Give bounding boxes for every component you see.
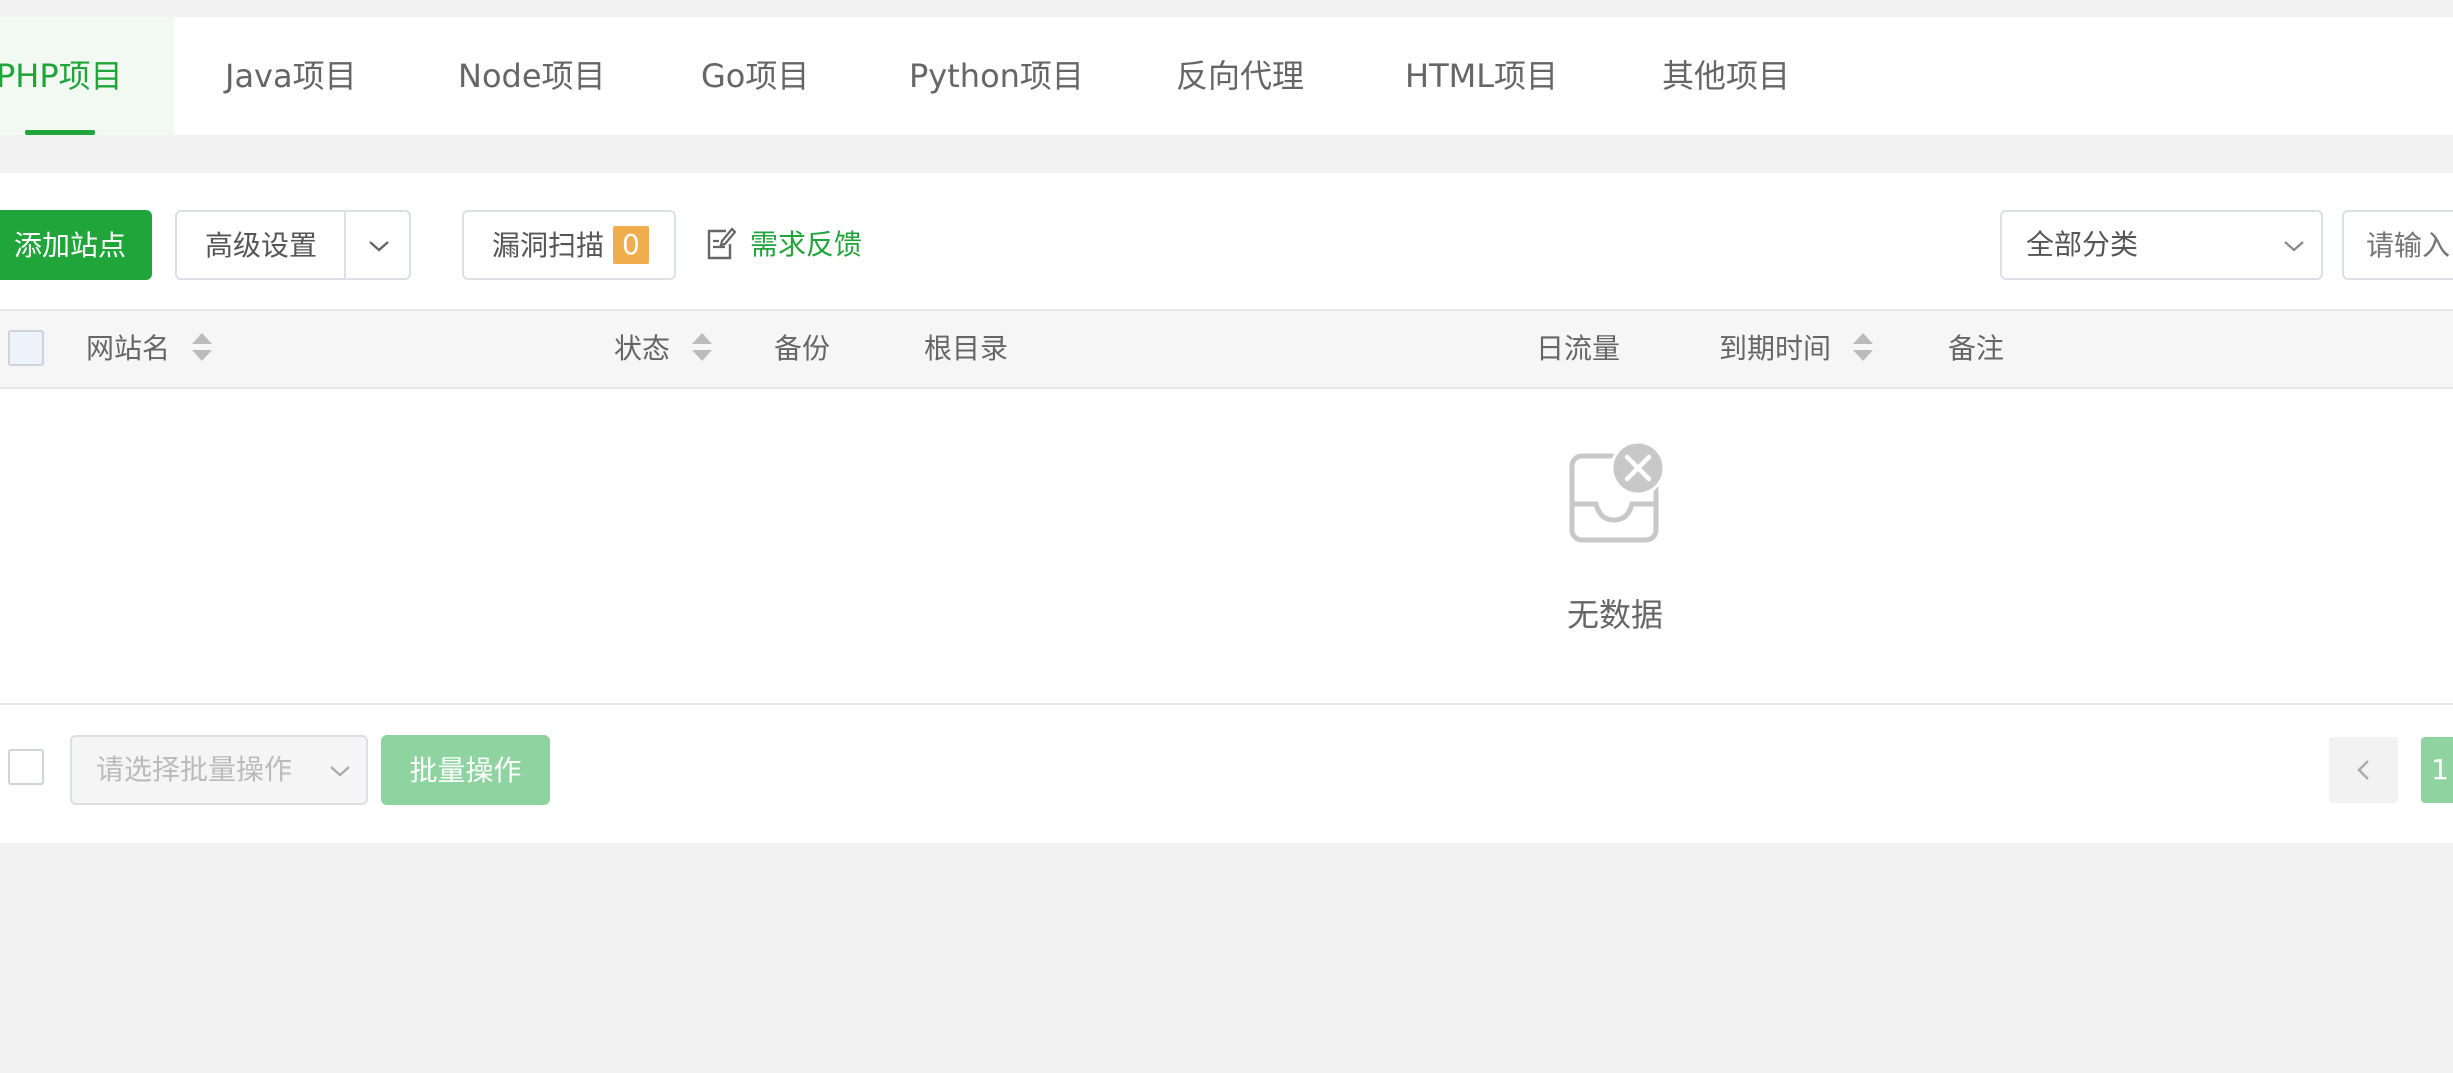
- prev-page-button[interactable]: [2329, 737, 2398, 803]
- category-selected-value: 全部分类: [2026, 228, 2139, 261]
- project-tabs: PHP项目 Java项目 Node项目 Go项目 Python项目 反向代理 H…: [0, 17, 2453, 135]
- select-all-checkbox[interactable]: [8, 330, 44, 366]
- tab-java[interactable]: Java项目: [225, 17, 357, 135]
- empty-inbox-icon: [1569, 440, 1666, 543]
- table-bottom-divider: [0, 703, 2453, 705]
- feedback-label: 需求反馈: [750, 228, 863, 261]
- tab-go[interactable]: Go项目: [701, 17, 809, 135]
- chevron-down-icon: [330, 766, 350, 777]
- vuln-scan-button[interactable]: 漏洞扫描 0: [462, 210, 676, 280]
- sort-icon: [1852, 333, 1873, 361]
- empty-state-text: 无数据: [1567, 596, 1664, 634]
- column-backup: 备份: [774, 332, 831, 365]
- tab-python[interactable]: Python项目: [909, 17, 1084, 135]
- tab-html[interactable]: HTML项目: [1405, 17, 1558, 135]
- column-daily-traffic: 日流量: [1536, 332, 1621, 365]
- add-site-button[interactable]: 添加站点: [0, 210, 152, 280]
- edit-note-icon: [707, 227, 736, 260]
- footer-select-all-checkbox[interactable]: [8, 749, 44, 785]
- search-input[interactable]: [2342, 210, 2453, 280]
- chevron-down-icon: [2284, 241, 2304, 252]
- advanced-settings-button[interactable]: 高级设置: [205, 212, 317, 280]
- vuln-scan-label: 漏洞扫描: [492, 229, 605, 262]
- column-expiry[interactable]: 到期时间: [1719, 311, 1874, 387]
- column-site-name[interactable]: 网站名: [86, 311, 213, 387]
- tab-other[interactable]: 其他项目: [1662, 17, 1790, 135]
- sort-icon: [691, 333, 712, 361]
- column-root-dir: 根目录: [924, 332, 1009, 365]
- chevron-left-icon: [2357, 760, 2369, 780]
- batch-operation-button[interactable]: 批量操作: [381, 735, 550, 805]
- tab-node[interactable]: Node项目: [458, 17, 606, 135]
- tab-reverse-proxy[interactable]: 反向代理: [1176, 17, 1304, 135]
- chevron-down-icon: [369, 241, 389, 252]
- batch-operation-select[interactable]: 请选择批量操作: [70, 735, 368, 805]
- vuln-count-badge: 0: [612, 226, 649, 264]
- advanced-settings-group: 高级设置: [175, 210, 411, 280]
- sort-icon: [191, 333, 212, 361]
- tab-php[interactable]: PHP项目: [0, 17, 174, 135]
- column-status[interactable]: 状态: [614, 311, 713, 387]
- column-remark: 备注: [1948, 332, 2005, 365]
- advanced-settings-dropdown[interactable]: [346, 212, 411, 278]
- page-1-button[interactable]: 1: [2421, 737, 2453, 803]
- category-select[interactable]: 全部分类: [2000, 210, 2323, 280]
- batch-operation-placeholder: 请选择批量操作: [96, 753, 293, 786]
- table-header: 网站名 状态 备份 根目录 日流量 到期时间 备注: [0, 309, 2453, 389]
- tab-active-indicator: [25, 130, 95, 135]
